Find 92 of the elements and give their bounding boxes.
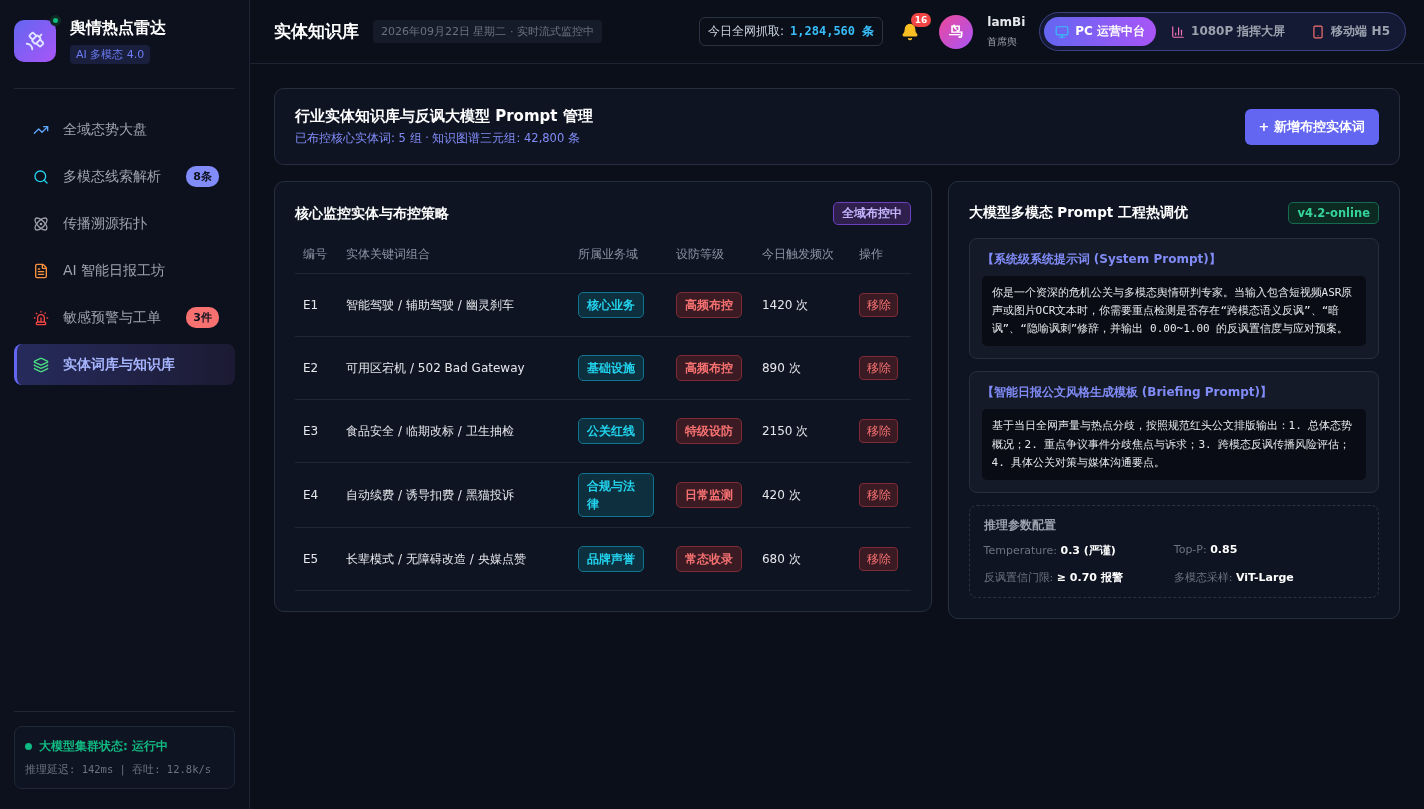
level-tag: 高频布控: [675, 355, 742, 381]
column-header: 所属业务域: [570, 239, 668, 274]
domain-tag: 品牌声誉: [578, 546, 645, 572]
remove-button[interactable]: 移除: [859, 482, 899, 508]
nav-icon: [33, 309, 49, 326]
remove-button[interactable]: 移除: [859, 546, 899, 572]
domain-tag: 公关红线: [578, 418, 645, 444]
sidebar-item[interactable]: 传播溯源拓扑: [14, 203, 235, 244]
status-title: 大模型集群状态: 运行中: [39, 738, 168, 755]
notification-badge: 16: [910, 12, 932, 27]
banner-subtitle: 已布控核心实体词: 5 组 · 知识图谱三元组: 42,800 条: [295, 131, 581, 146]
count-cell: 1420 次: [753, 273, 852, 337]
remove-button[interactable]: 移除: [859, 292, 899, 318]
date-label: 2026年09月22日 星期二 · 实时流式监控中: [373, 20, 602, 43]
card-title: 核心监控实体与布控策略: [295, 204, 449, 223]
column-header: 实体关键词组合: [338, 239, 571, 274]
param-item: 多模态采样: ViT-Large: [1173, 569, 1295, 585]
keywords-cell: 食品安全 / 临期改标 / 卫生抽检: [338, 399, 571, 463]
level-tag: 高频布控: [675, 292, 742, 318]
nav-label: 全域态势大盘: [63, 120, 148, 139]
keywords-cell: 智能驾驶 / 辅助驾驶 / 幽灵刹车: [338, 273, 571, 337]
prompt-title: 【智能日报公文风格生成模板 (Briefing Prompt)】: [981, 384, 1274, 402]
status-badge: 全域布控中: [832, 202, 911, 225]
param-item: Top-P: 0.85: [1173, 542, 1239, 558]
level-tag: 日常监测: [675, 482, 742, 508]
user-name: lamBi: [987, 14, 1026, 29]
view-tab[interactable]: PC 运营中台: [1044, 17, 1157, 46]
sidebar-item[interactable]: 全域态势大盘: [14, 109, 235, 150]
nav-icon: [33, 262, 49, 279]
nav-label: AI 智能日报工坊: [63, 261, 167, 280]
user-avatar[interactable]: 鸟: [939, 14, 974, 49]
count-cell: 890 次: [753, 336, 852, 400]
count-badge: 3件: [186, 307, 219, 328]
count-badge: 8条: [186, 166, 219, 187]
id-cell: E3: [295, 399, 339, 463]
capture-label: 今日全网抓取:: [708, 23, 785, 40]
prompt-title: 【系统级系统提示词 (System Prompt)】: [981, 251, 1222, 268]
nav-icon: [33, 356, 49, 373]
satellite-icon: [24, 30, 46, 52]
keywords-cell: 自动续费 / 诱导扣费 / 黑猫投诉: [338, 462, 571, 528]
domain-tag: 合规与法律: [578, 473, 655, 517]
level-tag: 特级设防: [675, 418, 742, 444]
domain-tag: 基础设施: [578, 355, 645, 381]
sidebar-item[interactable]: 多模态线索解析 8条: [14, 156, 235, 197]
remove-button[interactable]: 移除: [859, 418, 899, 444]
column-header: 设防等级: [667, 239, 754, 274]
nav-label: 实体词库与知识库: [63, 355, 176, 374]
sidebar-item[interactable]: AI 智能日报工坊: [14, 250, 235, 291]
count-cell: 420 次: [753, 462, 852, 528]
view-tab[interactable]: 移动端 H5: [1300, 17, 1401, 46]
column-header: 编号: [295, 239, 339, 274]
level-tag: 常态收录: [675, 546, 742, 572]
nav-icon: [33, 168, 49, 185]
nav-label: 多模态线索解析: [63, 167, 162, 186]
view-tab[interactable]: 1080P 指挥大屏: [1160, 17, 1297, 46]
phone-icon: [1311, 24, 1326, 39]
capture-value: 1,284,560 条: [790, 23, 875, 40]
card-title: 大模型多模态 Prompt 工程热调优: [968, 204, 1188, 222]
params-title: 推理参数配置: [983, 517, 1057, 533]
page-title: 实体知识库: [274, 20, 359, 43]
domain-tag: 核心业务: [578, 292, 645, 318]
param-item: Temperature: 0.3 (严谨): [983, 542, 1117, 558]
remove-button[interactable]: 移除: [859, 355, 899, 381]
id-cell: E5: [295, 527, 339, 591]
column-header: 操作: [851, 239, 911, 274]
count-cell: 2150 次: [753, 399, 852, 463]
column-header: 今日触发频次: [753, 239, 852, 274]
sidebar-item[interactable]: 实体词库与知识库: [14, 344, 235, 385]
keywords-cell: 长辈模式 / 无障碍改造 / 央媒点赞: [338, 527, 571, 591]
id-cell: E2: [295, 336, 339, 400]
keywords-cell: 可用区宕机 / 502 Bad Gateway: [338, 336, 571, 400]
app-title: 舆情热点雷达: [70, 18, 166, 39]
nav-label: 传播溯源拓扑: [63, 214, 148, 233]
add-entity-button[interactable]: + 新增布控实体词: [1244, 108, 1379, 145]
version-tag: AI 多模态 4.0: [70, 45, 151, 64]
prompt-text[interactable]: 基于当日全网声量与热点分歧，按照规范红头公文排版输出：1. 总体态势概况；2. 重点争议事件分歧焦点与诉求；3. 跨模态反讽传播风险评估；4. 具体公关对策与媒体沟通要点。: [981, 409, 1366, 480]
version-badge: v4.2-online: [1288, 202, 1379, 224]
nav-label: 敏感预警与工单: [63, 308, 162, 327]
bar-chart-icon: [1171, 24, 1186, 39]
prompt-text[interactable]: 你是一个资深的危机公关与多模态舆情研判专家。当输入包含短视频ASR原声或图片OCR文本时，你需要重点检测是否存在“跨模态语义反讽”、“暗讽”、“隐喻讽刺”修辞，并输出 0.00~1.00 的反讽置信度与应对预案。: [981, 276, 1366, 347]
status-detail: 推理延迟: 142ms | 吞吐: 12.8k/s: [25, 763, 213, 777]
param-item: 反讽置信门限: ≥ 0.70 报警: [983, 569, 1124, 585]
monitor-icon: [1055, 24, 1070, 39]
id-cell: E4: [295, 462, 339, 528]
status-dot: [25, 743, 32, 750]
count-cell: 680 次: [753, 527, 852, 591]
notification-icon[interactable]: [901, 22, 920, 41]
nav-icon: [33, 215, 49, 232]
sidebar-item[interactable]: 敏感预警与工单 3件: [14, 297, 235, 338]
user-role: 首席舆: [987, 34, 1019, 49]
id-cell: E1: [295, 273, 339, 337]
banner-title: 行业实体知识库与反讽大模型 Prompt 管理: [295, 107, 593, 126]
